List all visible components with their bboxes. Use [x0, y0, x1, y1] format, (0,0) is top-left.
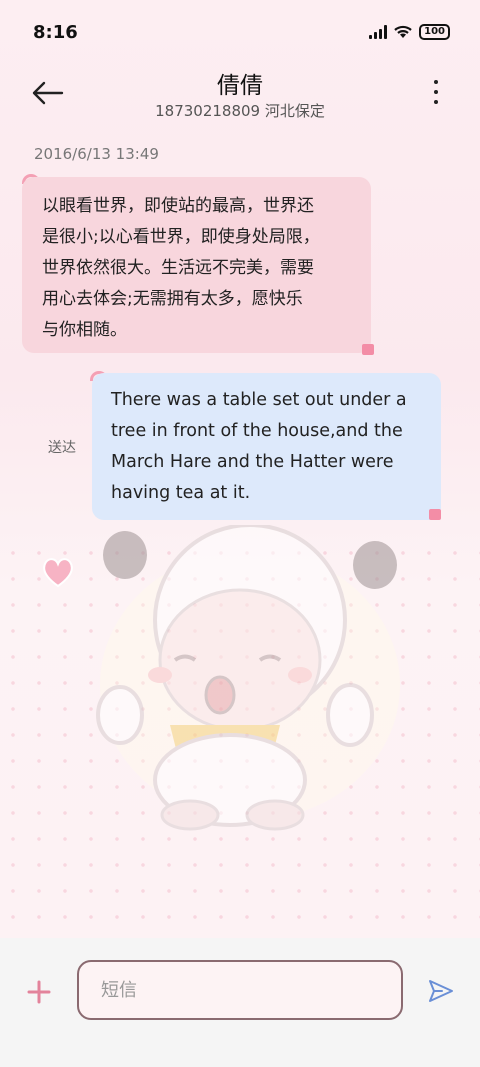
signal-icon — [369, 25, 388, 39]
incoming-message-bubble[interactable]: 以眼看世界，即使站的最高，世界还 是很小;以心看世界，即使身处局限， 世界依然很… — [22, 177, 371, 353]
send-icon[interactable] — [428, 979, 454, 1003]
message-line: 以眼看世界，即使站的最高，世界还 — [42, 196, 314, 216]
composer-bar — [0, 938, 480, 1067]
flower-icon — [362, 344, 374, 355]
message-input-box[interactable] — [77, 960, 403, 1020]
heart-icon — [43, 558, 73, 588]
plus-icon[interactable] — [26, 979, 52, 1005]
contact-name: 倩倩 — [217, 73, 263, 99]
status-bar: 8:16 100 — [0, 0, 480, 66]
message-line: There was a table set out under a — [111, 390, 407, 410]
gift-icon — [429, 509, 441, 520]
message-line: 是很小;以心看世界，即使身处局限， — [42, 227, 320, 247]
message-timestamp: 2016/6/13 13:49 — [34, 145, 159, 163]
message-line: 世界依然很大。生活远不完美，需要 — [42, 258, 314, 278]
battery-indicator: 100 — [419, 24, 450, 40]
message-line: having tea at it. — [111, 483, 251, 503]
message-input[interactable] — [79, 962, 401, 1018]
message-line: 与你相随。 — [42, 320, 127, 340]
status-time: 8:16 — [33, 22, 78, 43]
message-line: tree in front of the house,and the — [111, 421, 403, 441]
message-line: March Hare and the Hatter were — [111, 452, 394, 472]
sheep-illustration — [96, 525, 400, 831]
message-line: 用心去体会;无需拥有太多，愿快乐 — [42, 289, 303, 309]
status-icons: 100 — [369, 24, 450, 40]
outgoing-message-bubble[interactable]: There was a table set out under a tree i… — [92, 373, 441, 520]
more-vertical-icon[interactable] — [432, 80, 440, 108]
wifi-icon — [394, 25, 412, 38]
contact-number-location: 18730218809 河北保定 — [155, 102, 325, 120]
conversation-header: 倩倩 18730218809 河北保定 — [0, 62, 480, 132]
sent-status: 送达 — [48, 440, 76, 456]
